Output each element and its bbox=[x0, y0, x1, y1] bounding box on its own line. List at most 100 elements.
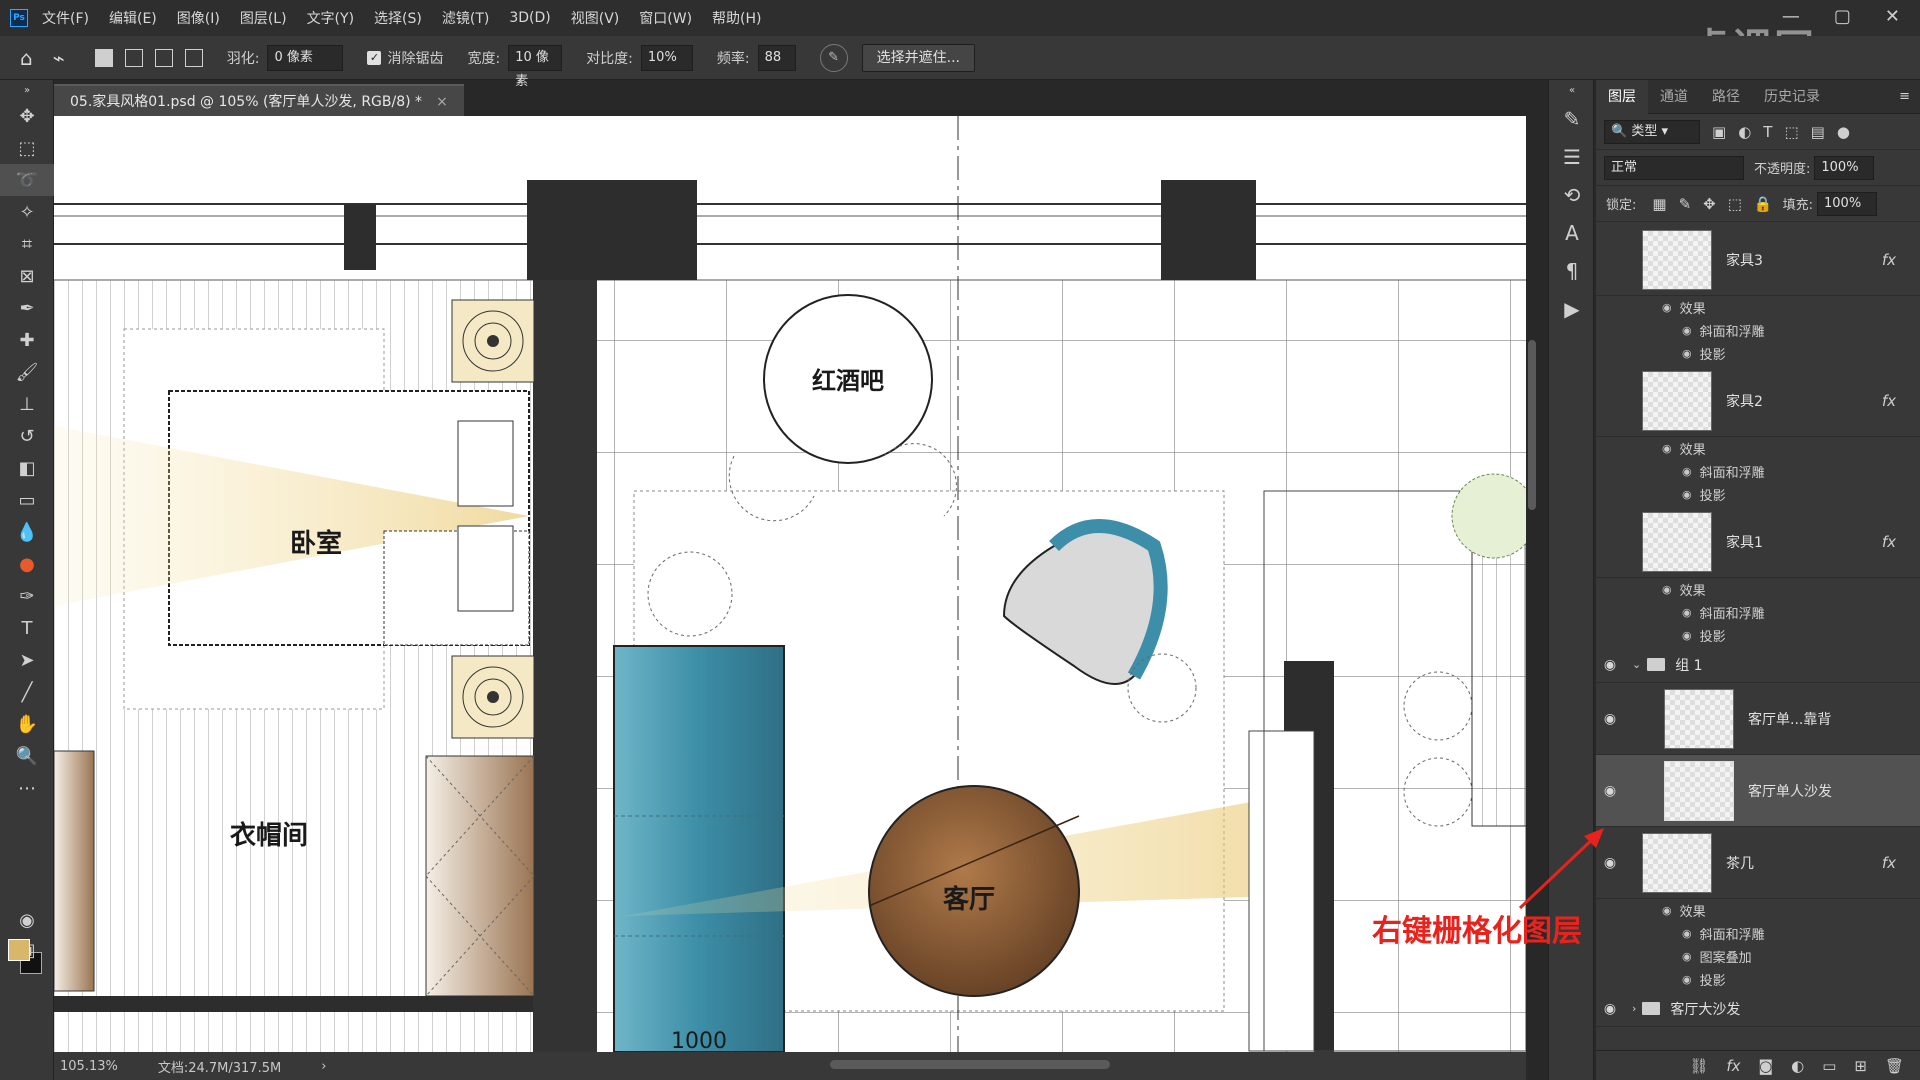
visibility-toggle-icon[interactable]: ◉ bbox=[1596, 393, 1624, 409]
brush-settings-icon[interactable]: ✎ bbox=[1549, 100, 1595, 138]
add-style-icon[interactable]: fx bbox=[1726, 1057, 1740, 1075]
group-expand-icon[interactable]: ⌄ bbox=[1632, 658, 1641, 671]
menu-file[interactable]: 文件(F) bbox=[42, 8, 89, 28]
effect-eye-icon[interactable]: ◉ bbox=[1682, 950, 1692, 963]
group-expand-icon[interactable]: › bbox=[1632, 1002, 1636, 1015]
zoom-tool-icon[interactable]: 🔍 bbox=[0, 740, 54, 772]
menu-window[interactable]: 窗口(W) bbox=[639, 8, 692, 28]
tab-paths[interactable]: 路径 bbox=[1700, 80, 1752, 114]
photoshop-logo-icon[interactable]: Ps bbox=[10, 9, 28, 27]
blend-mode-select[interactable]: 正常 bbox=[1604, 155, 1744, 180]
effect-eye-icon[interactable]: ◉ bbox=[1682, 606, 1692, 619]
effect-eye-icon[interactable]: ◉ bbox=[1682, 488, 1692, 501]
add-selection-icon[interactable] bbox=[124, 48, 143, 67]
effect-eye-icon[interactable]: ◉ bbox=[1682, 324, 1692, 337]
menu-image[interactable]: 图像(I) bbox=[177, 8, 220, 28]
menu-view[interactable]: 视图(V) bbox=[571, 8, 620, 28]
horizontal-scrollbar[interactable] bbox=[830, 1060, 1110, 1069]
tab-channels[interactable]: 通道 bbox=[1648, 80, 1700, 114]
canvas-area[interactable]: 卧室 红酒吧 衣帽间 客厅 1000 bbox=[54, 116, 1526, 1052]
document-tab[interactable]: 05.家具风格01.psd @ 105% (客厅单人沙发, RGB/8) * × bbox=[54, 84, 464, 116]
eraser-tool-icon[interactable]: ◧ bbox=[0, 452, 54, 484]
paragraph-icon[interactable]: ¶ bbox=[1549, 252, 1595, 290]
pen-pressure-icon[interactable]: ✎ bbox=[819, 43, 848, 72]
maximize-icon[interactable]: ▢ bbox=[1834, 6, 1851, 27]
pen-tool-icon[interactable]: ✑ bbox=[0, 580, 54, 612]
collapse-panels-icon[interactable]: « bbox=[1549, 80, 1595, 100]
foreground-color-swatch[interactable] bbox=[8, 939, 30, 961]
character-icon[interactable]: A bbox=[1549, 214, 1595, 252]
layer-row-selected[interactable]: ◉ 客厅单人沙发 bbox=[1596, 755, 1920, 827]
layer-row[interactable]: ◉ 家具3 fx bbox=[1596, 224, 1920, 296]
collapse-arrows-icon[interactable]: » bbox=[0, 80, 54, 100]
effect-eye-icon[interactable]: ◉ bbox=[1682, 973, 1692, 986]
lock-position-icon[interactable]: ✥ bbox=[1703, 195, 1716, 213]
filter-type-icon[interactable]: T bbox=[1763, 123, 1772, 141]
filter-shape-icon[interactable]: ⬚ bbox=[1784, 123, 1798, 141]
visibility-toggle-icon[interactable]: ◉ bbox=[1596, 1001, 1624, 1017]
menu-3d[interactable]: 3D(D) bbox=[509, 10, 550, 26]
frame-tool-icon[interactable]: ⊠ bbox=[0, 260, 54, 292]
marquee-tool-icon[interactable]: ⬚ bbox=[0, 132, 54, 164]
layer-filter-type-select[interactable]: 🔍 类型 ▾ bbox=[1604, 119, 1700, 144]
visibility-toggle-icon[interactable]: ◉ bbox=[1596, 657, 1624, 673]
filter-adjustment-icon[interactable]: ◐ bbox=[1738, 123, 1751, 141]
brush-tool-icon[interactable]: 🖌 bbox=[0, 356, 54, 388]
magic-wand-tool-icon[interactable]: ✧ bbox=[0, 196, 54, 228]
fx-icon[interactable]: fx bbox=[1882, 854, 1896, 872]
layer-row[interactable]: ◉ 客厅单...靠背 bbox=[1596, 683, 1920, 755]
quick-mask-icon[interactable]: ◉ bbox=[0, 904, 54, 936]
layer-row[interactable]: ◉ 家具2 fx bbox=[1596, 365, 1920, 437]
feather-input[interactable]: 0 像素 bbox=[267, 44, 344, 71]
effect-eye-icon[interactable]: ◉ bbox=[1662, 904, 1672, 917]
adjustments-icon[interactable]: ☰ bbox=[1549, 138, 1595, 176]
lock-transparent-icon[interactable]: ▦ bbox=[1652, 195, 1666, 213]
effect-eye-icon[interactable]: ◉ bbox=[1682, 629, 1692, 642]
intersect-selection-icon[interactable] bbox=[184, 48, 203, 67]
hand-tool-icon[interactable]: ✋ bbox=[0, 708, 54, 740]
more-tools-icon[interactable]: ⋯ bbox=[0, 772, 54, 804]
move-tool-icon[interactable]: ✥ bbox=[0, 100, 54, 132]
effect-eye-icon[interactable]: ◉ bbox=[1662, 583, 1672, 596]
filter-smart-object-icon[interactable]: ▤ bbox=[1811, 123, 1825, 141]
effect-eye-icon[interactable]: ◉ bbox=[1682, 927, 1692, 940]
menu-type[interactable]: 文字(Y) bbox=[307, 8, 354, 28]
menu-layer[interactable]: 图层(L) bbox=[240, 8, 287, 28]
close-window-icon[interactable]: ✕ bbox=[1885, 6, 1900, 27]
healing-brush-tool-icon[interactable]: ✚ bbox=[0, 324, 54, 356]
line-tool-icon[interactable]: ╱ bbox=[0, 676, 54, 708]
menu-filter[interactable]: 滤镜(T) bbox=[442, 8, 489, 28]
menu-select[interactable]: 选择(S) bbox=[374, 8, 422, 28]
panel-menu-icon[interactable]: ≡ bbox=[1899, 89, 1910, 104]
status-menu-arrow[interactable]: › bbox=[321, 1059, 326, 1074]
lock-artboard-icon[interactable]: ⬚ bbox=[1728, 195, 1742, 213]
filter-pixel-icon[interactable]: ▣ bbox=[1712, 123, 1726, 141]
fill-input[interactable]: 100% bbox=[1817, 191, 1877, 216]
effect-eye-icon[interactable]: ◉ bbox=[1662, 301, 1672, 314]
new-layer-icon[interactable]: ⊞ bbox=[1854, 1057, 1867, 1075]
adjustment-layer-icon[interactable]: ◐ bbox=[1791, 1057, 1804, 1075]
fx-icon[interactable]: fx bbox=[1882, 392, 1896, 410]
clone-stamp-tool-icon[interactable]: ⊥ bbox=[0, 388, 54, 420]
layer-row[interactable]: ◉ 茶几 fx bbox=[1596, 827, 1920, 899]
visibility-toggle-icon[interactable]: ◉ bbox=[1596, 783, 1624, 799]
new-group-icon[interactable]: ▭ bbox=[1822, 1057, 1836, 1075]
lock-pixels-icon[interactable]: ✎ bbox=[1679, 195, 1692, 213]
filter-toggle-icon[interactable]: ● bbox=[1837, 123, 1850, 141]
menu-edit[interactable]: 编辑(E) bbox=[109, 8, 157, 28]
visibility-toggle-icon[interactable]: ◉ bbox=[1596, 252, 1624, 268]
fx-icon[interactable]: fx bbox=[1882, 251, 1896, 269]
history-icon[interactable]: ⟲ bbox=[1549, 176, 1595, 214]
gradient-tool-icon[interactable]: ▭ bbox=[0, 484, 54, 516]
width-input[interactable]: 10 像素 bbox=[508, 44, 563, 89]
subtract-selection-icon[interactable] bbox=[154, 48, 173, 67]
blur-tool-icon[interactable]: 💧 bbox=[0, 516, 54, 548]
layer-group-row[interactable]: ◉ › 客厅大沙发 bbox=[1596, 991, 1920, 1027]
delete-layer-icon[interactable]: 🗑 bbox=[1885, 1057, 1904, 1075]
link-layers-icon[interactable]: ⛓ bbox=[1689, 1057, 1708, 1075]
eyedropper-tool-icon[interactable]: ✒ bbox=[0, 292, 54, 324]
lock-all-icon[interactable]: 🔒 bbox=[1754, 195, 1773, 213]
tab-history[interactable]: 历史记录 bbox=[1752, 80, 1832, 114]
dodge-tool-icon[interactable]: ● bbox=[0, 548, 54, 580]
antialias-checkbox[interactable]: ✓ bbox=[367, 50, 382, 65]
